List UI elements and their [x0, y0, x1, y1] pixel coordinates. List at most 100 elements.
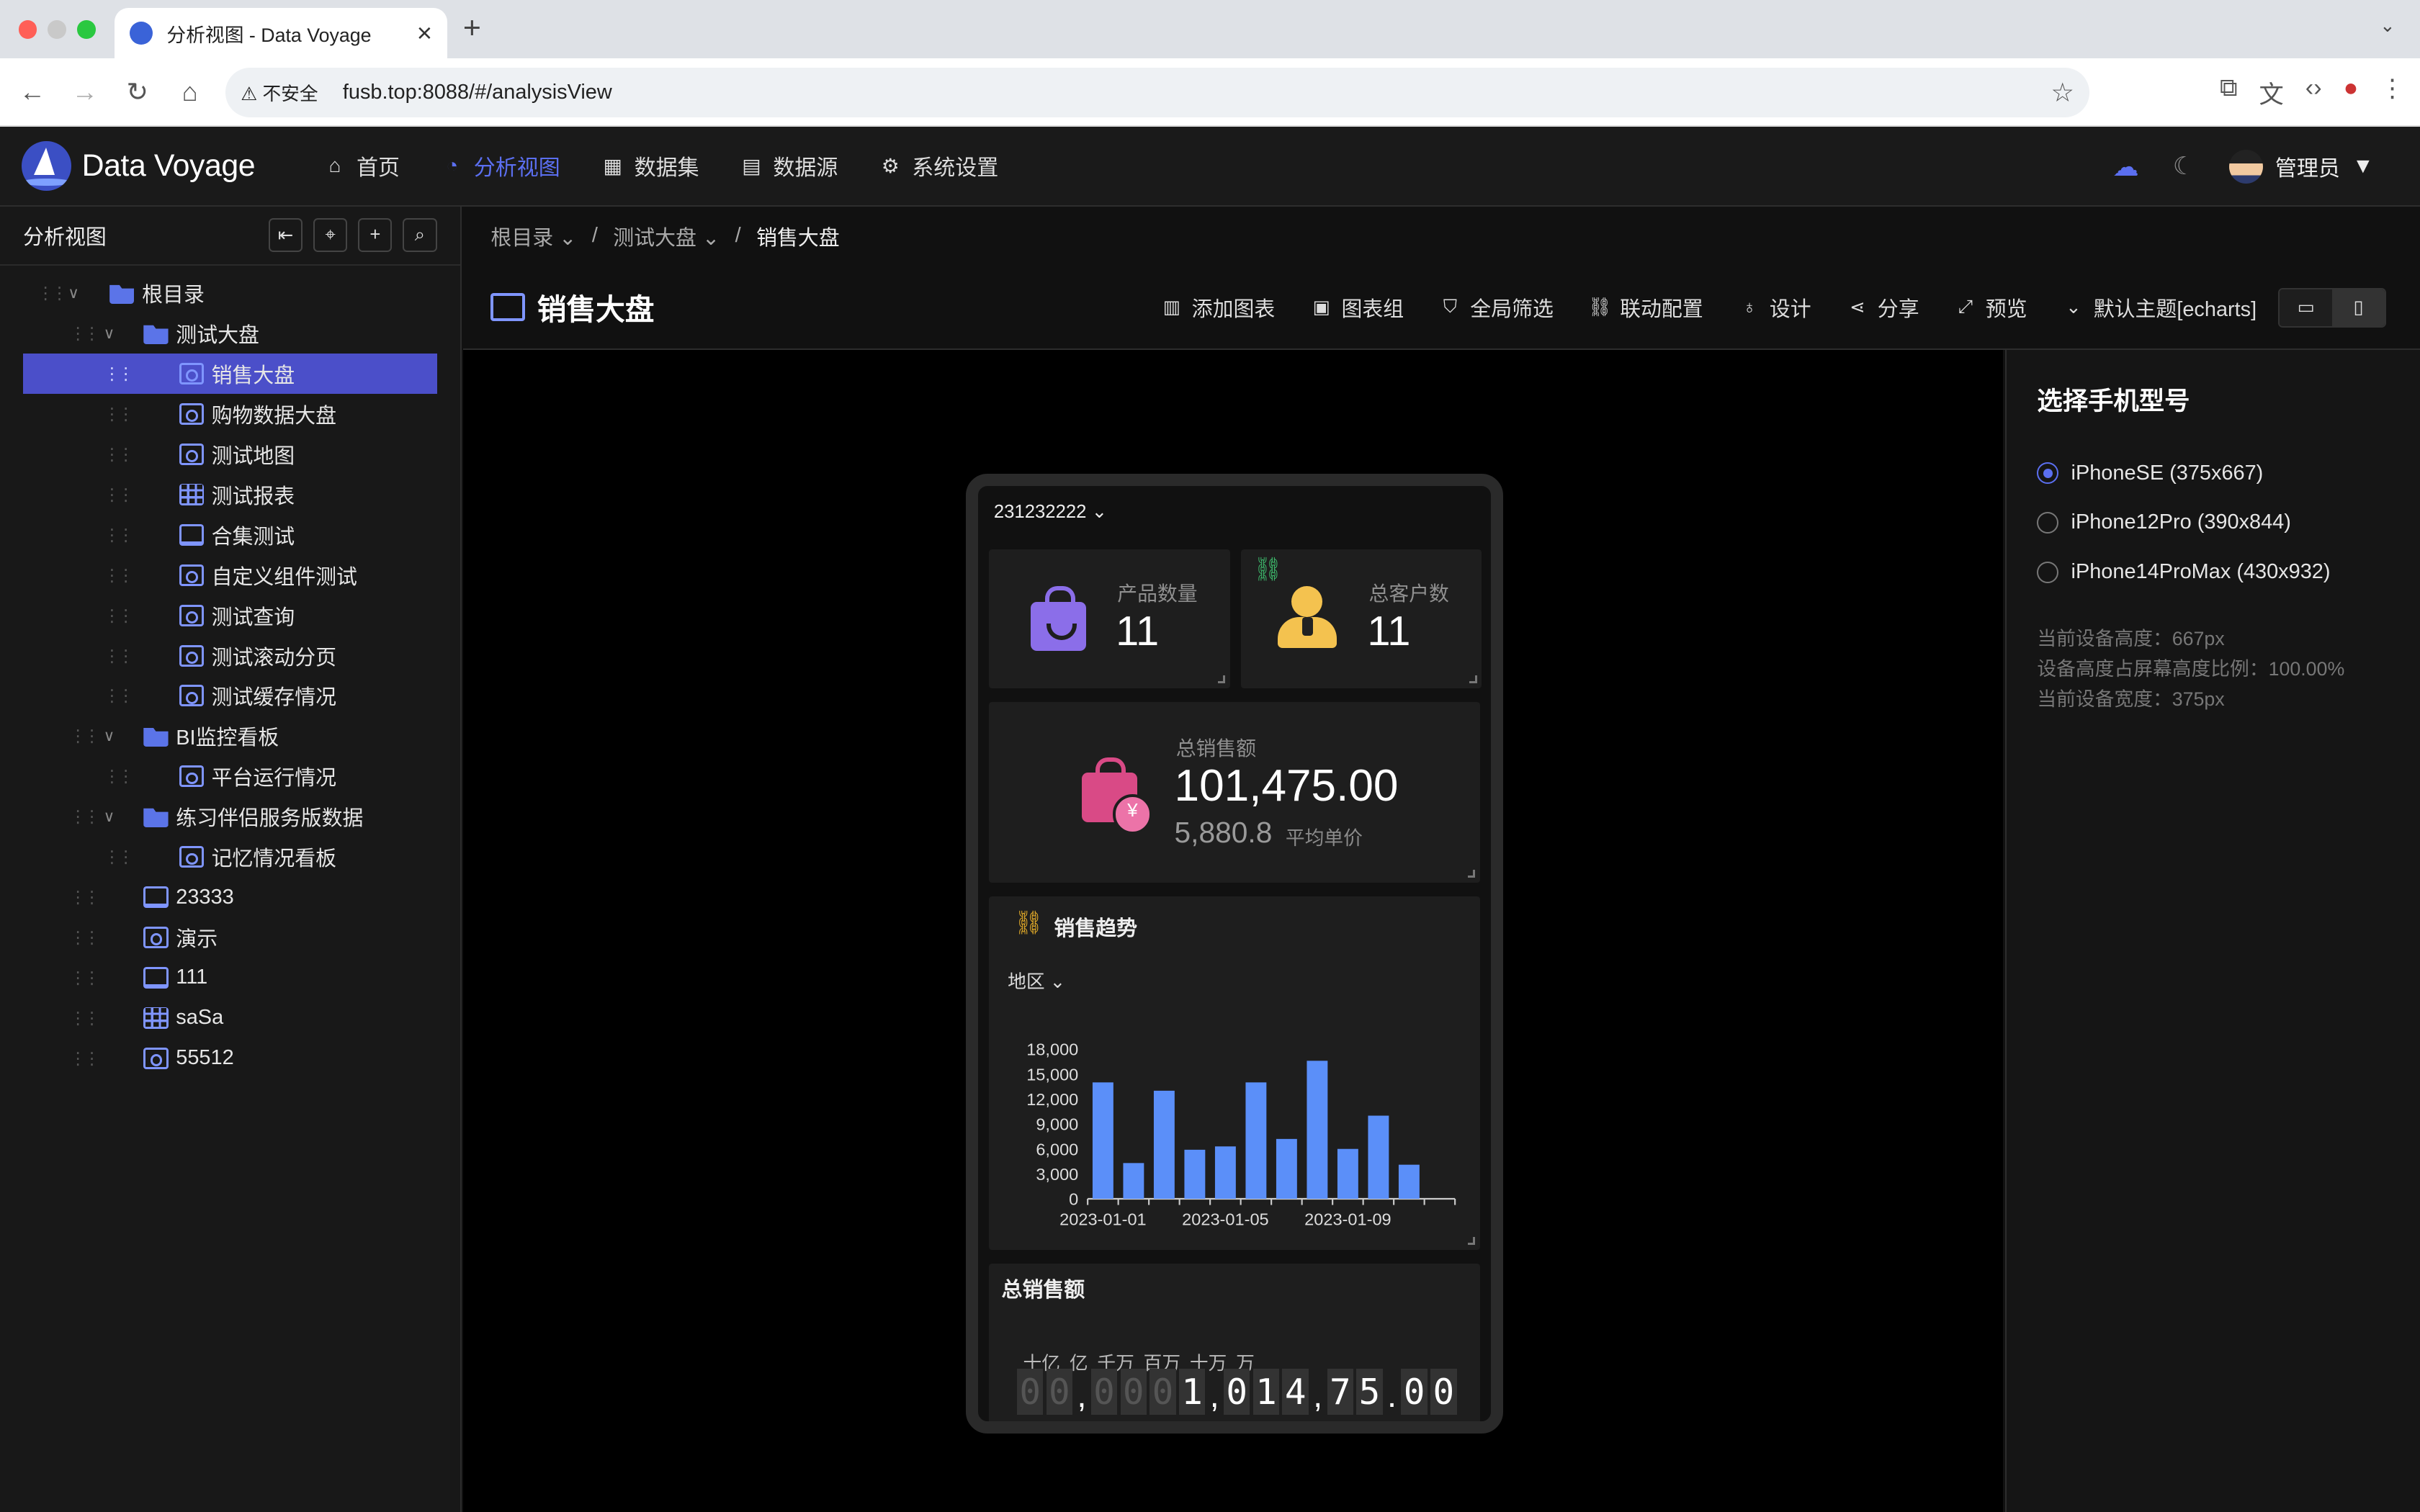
insecure-badge[interactable]: ⚠ 不安全 — [241, 79, 318, 106]
new-tab-icon[interactable]: + — [463, 11, 481, 46]
collapse-tree-button[interactable]: ⇤ — [269, 218, 303, 253]
extensions-icon[interactable]: ⧉ — [2220, 74, 2237, 110]
mobile-view-icon[interactable]: ▯ — [2332, 289, 2385, 327]
chart-card-sales-trend[interactable]: ⛓ 销售趋势 地区 ⌄ 0 3,000 6,000 9,000 12,000 15,000… — [989, 896, 1480, 1250]
maximize-window-icon[interactable] — [77, 19, 96, 39]
tree-item[interactable]: ⋮⋮ 测试报表 — [0, 474, 460, 515]
bookmark-star-icon[interactable]: ☆ — [2051, 77, 2074, 108]
locate-button[interactable]: ⌖ — [313, 218, 348, 253]
add-chart-button[interactable]: ▥ 添加图表 — [1160, 292, 1276, 323]
drag-handle-icon[interactable]: ⋮⋮ — [69, 887, 100, 907]
cloud-icon[interactable]: ☁ — [2112, 151, 2138, 182]
drag-handle-icon[interactable]: ⋮⋮ — [104, 847, 135, 867]
drag-handle-icon[interactable]: ⋮⋮ — [104, 444, 135, 464]
add-button[interactable]: + — [358, 218, 393, 253]
profile-icon[interactable]: ● — [2344, 74, 2359, 110]
chevron-down-icon[interactable]: ∨ — [104, 325, 115, 343]
theme-select[interactable]: ⌄ 默认主题[echarts] — [2061, 292, 2257, 323]
drag-handle-icon[interactable]: ⋮⋮ — [104, 364, 135, 384]
home-browser-icon[interactable]: ⌂ — [163, 77, 216, 107]
tree-item[interactable]: ⋮⋮ ∨ 练习伴侣服务版数据 — [0, 796, 460, 837]
close-window-icon[interactable] — [18, 19, 37, 39]
browser-menu-icon[interactable]: ⋮ — [2380, 74, 2404, 110]
resize-handle[interactable] — [1217, 675, 1226, 684]
dark-mode-icon[interactable]: ☾ — [2173, 152, 2195, 181]
resize-handle[interactable] — [1467, 870, 1476, 878]
reload-icon[interactable]: ↻ — [111, 76, 163, 107]
odometer-card-total-sales[interactable]: 总销售额 十亿亿千万 百万 十万万 00,0001,014,75.00 — [989, 1263, 1480, 1421]
breadcrumb-root[interactable]: 根目录 ⌄ — [490, 221, 576, 251]
drag-handle-icon[interactable]: ⋮⋮ — [69, 1008, 100, 1028]
tree-item[interactable]: ⋮⋮ ∨ 根目录 — [0, 273, 460, 313]
linkage-config-button[interactable]: ⛓ 联动配置 — [1587, 292, 1703, 323]
url-text[interactable]: fusb.top:8088/#/analysisView — [343, 81, 2051, 104]
tree-item[interactable]: ⋮⋮ 合集测试 — [0, 515, 460, 555]
drag-handle-icon[interactable]: ⋮⋮ — [69, 323, 100, 343]
drag-handle-icon[interactable]: ⋮⋮ — [69, 806, 100, 827]
drag-handle-icon[interactable]: ⋮⋮ — [69, 968, 100, 988]
translate-icon[interactable]: 文 — [2259, 74, 2284, 110]
tree-item[interactable]: ⋮⋮ 测试滚动分页 — [0, 636, 460, 676]
tree-item[interactable]: ⋮⋮ 记忆情况看板 — [0, 837, 460, 877]
radio-iphone-12pro[interactable]: iPhone12Pro (390x844) — [2037, 498, 2389, 548]
chevron-down-icon[interactable]: ∨ — [104, 808, 115, 826]
radio-icon[interactable] — [2037, 561, 2059, 583]
drag-handle-icon[interactable]: ⋮⋮ — [37, 283, 68, 303]
drag-handle-icon[interactable]: ⋮⋮ — [104, 565, 135, 585]
minimize-window-icon[interactable] — [48, 19, 67, 39]
desktop-view-icon[interactable]: ▭ — [2280, 289, 2333, 327]
kpi-card-customers[interactable]: ⛓ 总客户数 11 — [1240, 549, 1482, 688]
tree-item[interactable]: ⋮⋮ 自定义组件测试 — [0, 555, 460, 595]
omnibox[interactable]: ⚠ 不安全 fusb.top:8088/#/analysisView ☆ — [225, 68, 2090, 117]
back-icon[interactable]: ← — [6, 77, 59, 107]
tree-item[interactable]: ⋮⋮ 测试查询 — [0, 595, 460, 636]
drag-handle-icon[interactable]: ⋮⋮ — [104, 525, 135, 545]
nav-settings[interactable]: ⚙ 系统设置 — [858, 150, 1018, 181]
devtools-icon[interactable]: ‹› — [2305, 74, 2322, 110]
kpi-card-total-sales[interactable]: 总销售额 101,475.00 5,880.8 平均单价 — [989, 701, 1480, 883]
tree-item[interactable]: ⋮⋮ 测试地图 — [0, 434, 460, 474]
drag-handle-icon[interactable]: ⋮⋮ — [104, 606, 135, 626]
tab-search-icon[interactable]: ⌄ — [2380, 15, 2396, 37]
nav-datasources[interactable]: ▤ 数据源 — [719, 150, 858, 181]
breadcrumb-folder[interactable]: 测试大盘 ⌄ — [613, 221, 720, 251]
tree-item[interactable]: ⋮⋮ ∨ BI监控看板 — [0, 716, 460, 756]
radio-iphone-se[interactable]: iPhoneSE (375x667) — [2037, 449, 2389, 498]
nav-home[interactable]: ⌂ 首页 — [302, 150, 420, 181]
tree-item[interactable]: ⋮⋮ saSa — [0, 998, 460, 1038]
drag-handle-icon[interactable]: ⋮⋮ — [69, 726, 100, 746]
tree-item[interactable]: ⋮⋮ 销售大盘 — [23, 354, 437, 395]
tree-item[interactable]: ⋮⋮ 55512 — [0, 1038, 460, 1079]
drag-handle-icon[interactable]: ⋮⋮ — [104, 404, 135, 424]
browser-tab[interactable]: 分析视图 - Data Voyage × — [114, 7, 448, 59]
resize-handle[interactable] — [1469, 675, 1477, 684]
chevron-down-icon[interactable]: ∨ — [104, 727, 115, 745]
tree-item[interactable]: ⋮⋮ 测试缓存情况 — [0, 675, 460, 716]
tree-item[interactable]: ⋮⋮ 23333 — [0, 877, 460, 917]
tree-item[interactable]: ⋮⋮ ∨ 测试大盘 — [0, 313, 460, 354]
close-tab-icon[interactable]: × — [417, 18, 432, 48]
tree-item[interactable]: ⋮⋮ 购物数据大盘 — [0, 394, 460, 434]
drag-handle-icon[interactable]: ⋮⋮ — [69, 927, 100, 948]
preview-button[interactable]: ⤢ 预览 — [1953, 292, 2027, 323]
drag-handle-icon[interactable]: ⋮⋮ — [104, 646, 135, 666]
nav-datasets[interactable]: ▦ 数据集 — [581, 150, 720, 181]
forward-icon[interactable]: → — [58, 77, 111, 107]
brand-logo[interactable]: Data Voyage — [22, 141, 281, 191]
radio-icon[interactable] — [2037, 511, 2059, 534]
global-filter-button[interactable]: ⛉ 全局筛选 — [1438, 292, 1554, 323]
nav-analysis-view[interactable]: ◔ 分析视图 — [420, 150, 581, 181]
drag-handle-icon[interactable]: ⋮⋮ — [104, 485, 135, 505]
kpi-card-products[interactable]: 产品数量 11 — [989, 549, 1230, 688]
search-button[interactable]: ⌕ — [403, 218, 437, 253]
share-button[interactable]: ⋖ 分享 — [1845, 292, 1919, 323]
drag-handle-icon[interactable]: ⋮⋮ — [104, 766, 135, 786]
drag-handle-icon[interactable]: ⋮⋮ — [69, 1048, 100, 1068]
phone-filter-select[interactable]: 231232222 ⌄ — [994, 501, 1107, 523]
chevron-down-icon[interactable]: ∨ — [68, 284, 79, 302]
tree-item[interactable]: ⋮⋮ 演示 — [0, 917, 460, 958]
radio-iphone-14promax[interactable]: iPhone14ProMax (430x932) — [2037, 547, 2389, 597]
chart-group-button[interactable]: ▣ 图表组 — [1309, 292, 1404, 323]
user-menu[interactable]: 管理员 ▼ — [2228, 149, 2374, 184]
design-button[interactable]: ♁ 设计 — [1737, 292, 1811, 323]
